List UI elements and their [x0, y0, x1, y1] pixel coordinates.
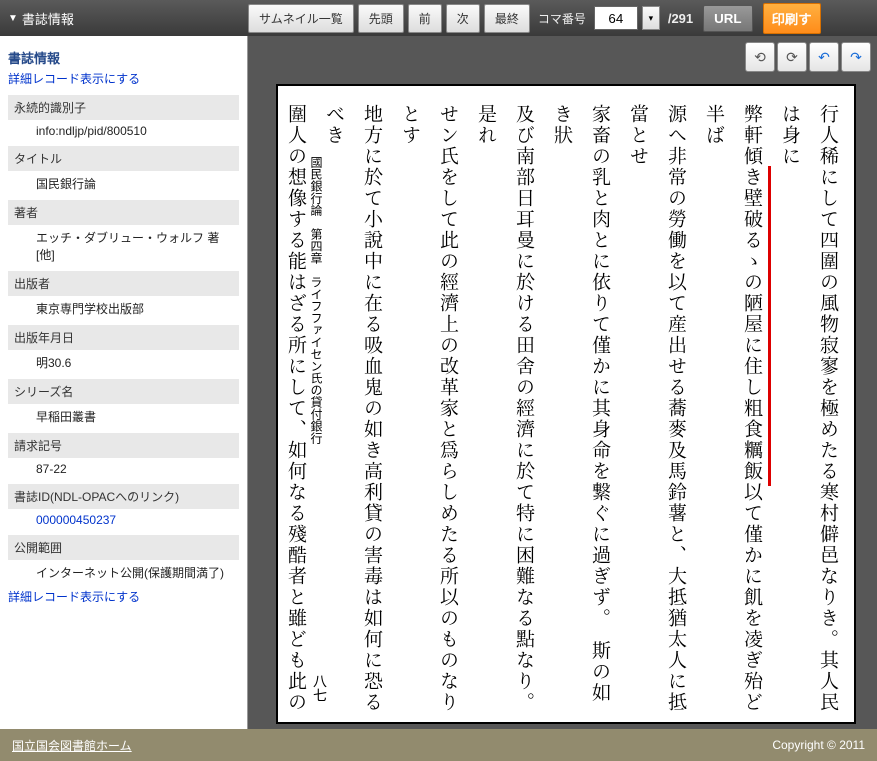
footer: 国立国会図書館ホーム Copyright © 2011 — [0, 729, 877, 761]
panel-title[interactable]: 書誌情報 — [8, 9, 248, 28]
field-label: 出版者 — [8, 271, 239, 296]
field-value: エッチ・ダブリュー・ウォルフ 著[他] — [8, 225, 239, 267]
sidebar: 書誌情報 詳細レコード表示にする 永続的識別子info:ndljp/pid/80… — [0, 36, 248, 729]
first-page-button[interactable]: 先頭 — [358, 4, 404, 33]
field-label: 出版年月日 — [8, 325, 239, 350]
scanned-page: 國民銀行論 第四章 ライフファイセン氏の貸付銀行 行人稀にして四圍の風物寂寥を極… — [276, 84, 856, 724]
undo-icon[interactable]: ↶ — [809, 42, 839, 72]
field-value: 早稲田叢書 — [8, 404, 239, 429]
field-value: インターネット公開(保護期間満了) — [8, 560, 239, 585]
frame-total: /291 — [664, 11, 693, 26]
frame-number-input[interactable] — [594, 6, 638, 30]
frame-label: コマ番号 — [534, 10, 590, 27]
thumbnail-list-button[interactable]: サムネイル一覧 — [248, 4, 354, 33]
ndl-home-link[interactable]: 国立国会図書館ホーム — [12, 737, 132, 754]
field-value: info:ndljp/pid/800510 — [8, 120, 239, 142]
prev-page-button[interactable]: 前 — [408, 4, 442, 33]
field-label: 永続的識別子 — [8, 95, 239, 120]
main-area: 書誌情報 詳細レコード表示にする 永続的識別子info:ndljp/pid/80… — [0, 36, 877, 729]
field-value: 東京専門学校出版部 — [8, 296, 239, 321]
detail-record-link-bottom[interactable]: 詳細レコード表示にする — [8, 588, 239, 605]
image-viewer[interactable]: ⟲ ⟳ ↶ ↷ 國民銀行論 第四章 ライフファイセン氏の貸付銀行 行人稀にして四… — [248, 36, 877, 729]
field-label: 著者 — [8, 200, 239, 225]
field-value: 明30.6 — [8, 350, 239, 375]
page-text-body: 行人稀にして四圍の風物寂寥を極めたる寒村僻邑なりき。其人民は身に弊軒傾き壁破るゝ… — [276, 104, 848, 714]
biblio-section-title: 書誌情報 — [8, 48, 239, 67]
field-label: シリーズ名 — [8, 379, 239, 404]
field-label: 公開範囲 — [8, 535, 239, 560]
viewer-tools: ⟲ ⟳ ↶ ↷ — [745, 42, 871, 72]
field-value[interactable]: 000000450237 — [8, 509, 239, 531]
rotate-left-icon[interactable]: ⟲ — [745, 42, 775, 72]
last-page-button[interactable]: 最終 — [484, 4, 530, 33]
copyright-text: Copyright © 2011 — [772, 738, 865, 752]
print-button[interactable]: 印刷す — [763, 3, 821, 34]
next-page-button[interactable]: 次 — [446, 4, 480, 33]
panel-title-text: 書誌情報 — [22, 9, 74, 28]
field-label: 書誌ID(NDL-OPACへのリンク) — [8, 484, 239, 509]
running-header: 國民銀行論 第四章 ライフファイセン氏の貸付銀行 — [308, 156, 325, 444]
detail-record-link-top[interactable]: 詳細レコード表示にする — [8, 70, 239, 87]
frame-dropdown-button[interactable]: ▾ — [642, 6, 660, 30]
page-number: 八七 — [308, 674, 328, 702]
url-button[interactable]: URL — [703, 5, 752, 32]
field-label: タイトル — [8, 146, 239, 171]
field-value: 国民銀行論 — [8, 171, 239, 196]
field-label: 請求記号 — [8, 433, 239, 458]
rotate-right-icon[interactable]: ⟳ — [777, 42, 807, 72]
toolbar: サムネイル一覧 先頭 前 次 最終 コマ番号 ▾ /291 URL 印刷す — [248, 3, 869, 34]
redo-icon[interactable]: ↷ — [841, 42, 871, 72]
field-value: 87-22 — [8, 458, 239, 480]
red-highlight-annotation — [768, 166, 771, 486]
header-bar: 書誌情報 サムネイル一覧 先頭 前 次 最終 コマ番号 ▾ /291 URL 印… — [0, 0, 877, 36]
